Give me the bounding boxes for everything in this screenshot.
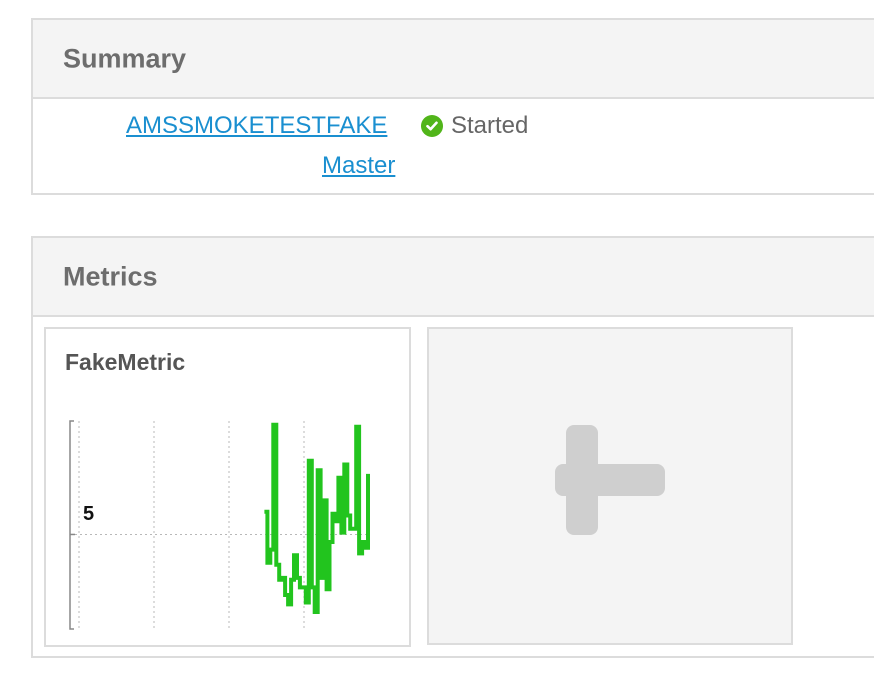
add-metric-card[interactable] [427, 327, 793, 645]
summary-header: Summary [33, 20, 874, 99]
role-link[interactable]: Master [322, 152, 395, 180]
metric-series-line [264, 422, 370, 614]
service-link[interactable]: AMSSMOKETESTFAKE [126, 112, 387, 140]
metrics-title: Metrics [63, 261, 158, 291]
status-label: Started [451, 112, 529, 139]
summary-panel: Summary AMSSMOKETESTFAKE Started Master [31, 18, 874, 195]
y-tick-label: 5 [83, 503, 95, 525]
check-icon [421, 115, 443, 137]
metrics-panel: Metrics FakeMetric 5 [31, 236, 874, 658]
metrics-header: Metrics [33, 238, 874, 317]
y-axis [69, 420, 74, 630]
metric-sparkline [69, 420, 370, 630]
service-status: Started [421, 112, 528, 140]
metric-card[interactable]: FakeMetric 5 [44, 327, 411, 647]
summary-title: Summary [63, 43, 187, 73]
